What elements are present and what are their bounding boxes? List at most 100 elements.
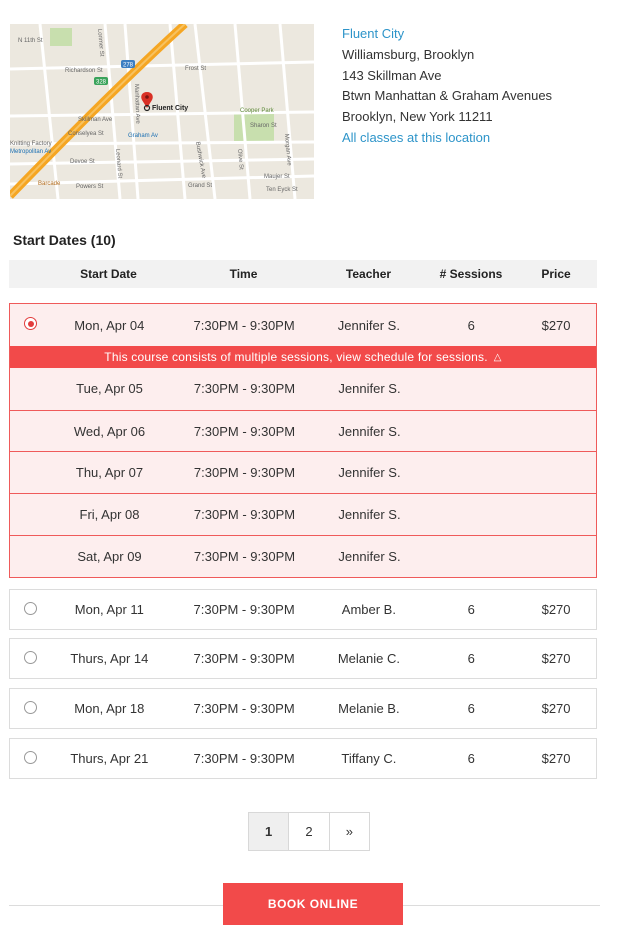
location-name-link[interactable]: Fluent City bbox=[342, 24, 612, 45]
session-date: Wed, Apr 06 bbox=[73, 423, 146, 439]
location-city-state-zip: Brooklyn, New York 11211 bbox=[342, 109, 493, 125]
chevron-up-icon: △ bbox=[493, 351, 502, 363]
schedule-table-header: Start Date Time Teacher # Sessions Price bbox=[9, 260, 597, 288]
session-time: 7:30PM - 9:30PM bbox=[193, 381, 296, 397]
row-time: 7:30PM - 9:30PM bbox=[193, 602, 295, 617]
session-row: Tue, Apr 05 7:30PM - 9:30PM Jennifer S. bbox=[10, 368, 596, 410]
svg-text:Richardson St: Richardson St bbox=[65, 68, 103, 74]
svg-text:Barcade: Barcade bbox=[38, 181, 61, 187]
selected-start-date-group: Mon, Apr 04 7:30PM - 9:30PM Jennifer S. … bbox=[9, 303, 597, 578]
table-row[interactable]: Thurs, Apr 14 7:30PM - 9:30PM Melanie C.… bbox=[9, 638, 597, 679]
session-teacher: Jennifer S. bbox=[338, 381, 401, 397]
location-neighborhood: Williamsburg, Brooklyn bbox=[342, 46, 475, 62]
session-teacher: Jennifer S. bbox=[338, 465, 401, 481]
session-date: Sat, Apr 09 bbox=[77, 548, 142, 564]
svg-text:N 11th St: N 11th St bbox=[18, 38, 43, 44]
svg-text:Cooper Park: Cooper Park bbox=[240, 108, 275, 114]
svg-text:Grand St: Grand St bbox=[188, 183, 212, 189]
row-sessions: 6 bbox=[467, 701, 475, 716]
radio-button[interactable] bbox=[24, 750, 37, 764]
radio-button[interactable] bbox=[24, 650, 37, 664]
location-map[interactable]: N 11th St Richardson St Frost St Skillma… bbox=[10, 24, 314, 199]
row-time: 7:30PM - 9:30PM bbox=[193, 317, 295, 333]
row-sessions: 6 bbox=[467, 651, 475, 666]
session-date: Thu, Apr 07 bbox=[75, 465, 144, 481]
start-dates-title: Start Dates (10) bbox=[13, 232, 116, 248]
svg-text:Knitting Factory: Knitting Factory bbox=[10, 141, 52, 147]
header-sessions: # Sessions bbox=[439, 267, 503, 281]
session-date: Fri, Apr 08 bbox=[79, 506, 140, 522]
svg-text:Ten Eyck St: Ten Eyck St bbox=[266, 187, 298, 193]
row-teacher: Jennifer S. bbox=[337, 317, 400, 333]
row-date: Thurs, Apr 21 bbox=[70, 751, 149, 766]
session-row: Fri, Apr 08 7:30PM - 9:30PM Jennifer S. bbox=[10, 493, 596, 535]
page-1-button[interactable]: 1 bbox=[249, 813, 289, 850]
radio-button[interactable] bbox=[24, 700, 37, 714]
svg-text:Frost St: Frost St bbox=[185, 66, 206, 72]
next-page-button[interactable]: » bbox=[328, 813, 369, 850]
session-teacher: Jennifer S. bbox=[338, 548, 401, 564]
header-teacher: Teacher bbox=[345, 267, 392, 281]
row-sessions: 6 bbox=[467, 317, 475, 333]
session-time: 7:30PM - 9:30PM bbox=[193, 548, 296, 564]
row-date: Mon, Apr 18 bbox=[74, 701, 145, 716]
session-time: 7:30PM - 9:30PM bbox=[193, 506, 296, 522]
session-time: 7:30PM - 9:30PM bbox=[193, 423, 296, 439]
header-start-date: Start Date bbox=[80, 267, 137, 281]
svg-text:Graham Av: Graham Av bbox=[128, 133, 158, 139]
location-details: Fluent City Williamsburg, Brooklyn 143 S… bbox=[342, 24, 612, 149]
session-date: Tue, Apr 05 bbox=[76, 381, 143, 397]
location-section: N 11th St Richardson St Frost St Skillma… bbox=[10, 24, 610, 200]
row-time: 7:30PM - 9:30PM bbox=[193, 701, 295, 716]
svg-text:Powers St: Powers St bbox=[76, 184, 104, 190]
row-date: Mon, Apr 04 bbox=[74, 317, 145, 333]
session-schedule-list: Tue, Apr 05 7:30PM - 9:30PM Jennifer S. … bbox=[10, 368, 596, 576]
table-row[interactable]: Mon, Apr 11 7:30PM - 9:30PM Amber B. 6 $… bbox=[9, 589, 597, 630]
row-price: $270 bbox=[541, 317, 571, 333]
session-teacher: Jennifer S. bbox=[338, 423, 401, 439]
table-row[interactable]: Thurs, Apr 21 7:30PM - 9:30PM Tiffany C.… bbox=[9, 738, 597, 779]
row-teacher: Melanie C. bbox=[337, 651, 400, 666]
table-row[interactable]: Mon, Apr 18 7:30PM - 9:30PM Melanie B. 6… bbox=[9, 688, 597, 729]
row-date: Thurs, Apr 14 bbox=[70, 651, 149, 666]
radio-button-selected[interactable] bbox=[24, 317, 37, 330]
location-address: 143 Skillman Ave bbox=[342, 67, 442, 83]
row-price: $270 bbox=[541, 701, 571, 716]
row-date: Mon, Apr 11 bbox=[74, 602, 144, 617]
pagination: 1 2 » bbox=[248, 812, 370, 851]
svg-text:Metropolitan Av: Metropolitan Av bbox=[10, 149, 51, 155]
multiple-sessions-notice: This course consists of multiple session… bbox=[104, 350, 488, 364]
row-sessions: 6 bbox=[467, 751, 475, 766]
row-sessions: 6 bbox=[467, 602, 475, 617]
row-time: 7:30PM - 9:30PM bbox=[193, 651, 295, 666]
header-price: Price bbox=[541, 267, 571, 281]
svg-text:Maujer St: Maujer St bbox=[264, 174, 290, 180]
map-graphic: N 11th St Richardson St Frost St Skillma… bbox=[10, 24, 314, 199]
session-row: Thu, Apr 07 7:30PM - 9:30PM Jennifer S. bbox=[10, 451, 596, 493]
row-teacher: Tiffany C. bbox=[341, 751, 397, 766]
session-teacher: Jennifer S. bbox=[338, 506, 401, 522]
svg-text:Devoe St: Devoe St bbox=[70, 159, 95, 165]
row-price: $270 bbox=[541, 651, 571, 666]
all-classes-link[interactable]: All classes at this location bbox=[342, 128, 612, 149]
session-row: Sat, Apr 09 7:30PM - 9:30PM Jennifer S. bbox=[10, 534, 596, 577]
svg-text:328: 328 bbox=[96, 80, 107, 86]
svg-text:Skillman Ave: Skillman Ave bbox=[78, 117, 113, 123]
book-online-button[interactable]: BOOK ONLINE bbox=[223, 883, 403, 925]
row-time: 7:30PM - 9:30PM bbox=[193, 751, 295, 766]
page-2-button[interactable]: 2 bbox=[288, 813, 329, 850]
row-teacher: Amber B. bbox=[341, 602, 396, 617]
svg-text:Sharon St: Sharon St bbox=[250, 123, 277, 129]
session-row: Wed, Apr 06 7:30PM - 9:30PM Jennifer S. bbox=[10, 409, 596, 452]
multiple-sessions-toggle[interactable]: This course consists of multiple session… bbox=[10, 346, 596, 368]
location-cross-streets: Btwn Manhattan & Graham Avenues bbox=[342, 88, 553, 104]
svg-text:Conselyea St: Conselyea St bbox=[68, 131, 104, 137]
row-price: $270 bbox=[541, 751, 571, 766]
radio-button[interactable] bbox=[24, 601, 37, 615]
session-time: 7:30PM - 9:30PM bbox=[193, 465, 296, 481]
svg-text:Fluent City: Fluent City bbox=[152, 105, 188, 112]
row-price: $270 bbox=[541, 602, 571, 617]
header-time: Time bbox=[229, 267, 258, 281]
row-teacher: Melanie B. bbox=[338, 701, 400, 716]
table-row-selected[interactable]: Mon, Apr 04 7:30PM - 9:30PM Jennifer S. … bbox=[10, 304, 596, 346]
